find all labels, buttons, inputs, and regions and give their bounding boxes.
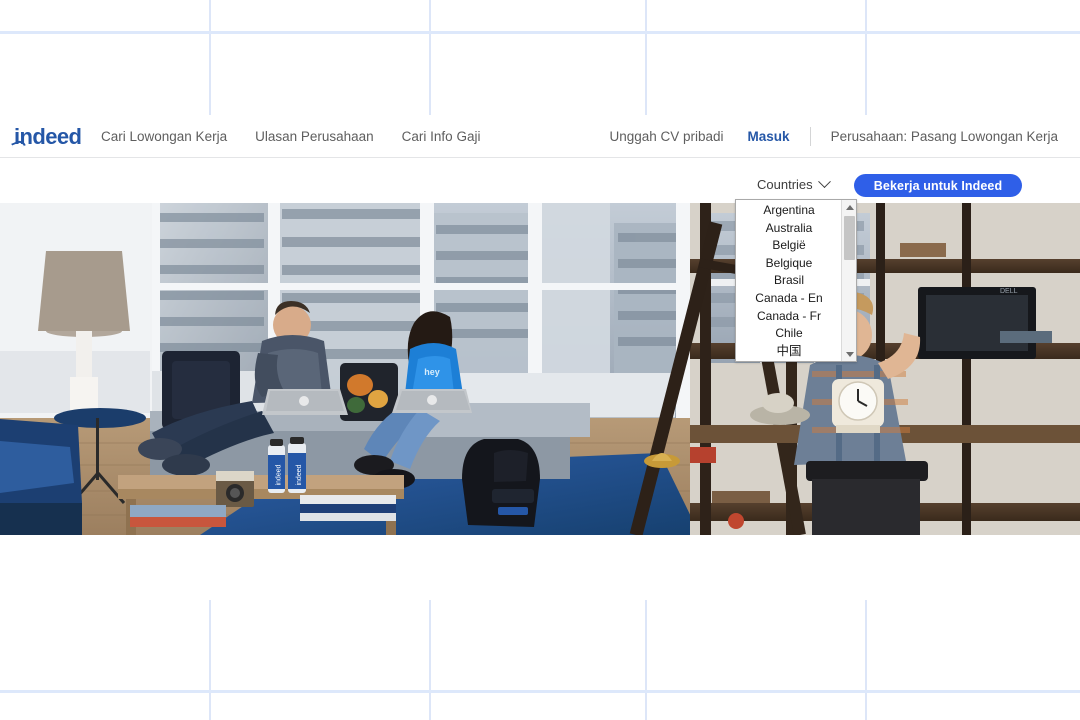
svg-text:DELL: DELL [1000,288,1018,295]
grid-line-horizontal [0,31,1080,34]
scroll-up-button[interactable] [842,200,856,214]
svg-text:indeed: indeed [276,464,283,485]
countries-dropdown[interactable]: Argentina Australia België Belgique Bras… [735,199,857,362]
site-header: indeed Cari Lowongan Kerja Ulasan Perusa… [0,115,1080,158]
country-option[interactable]: Chile [736,325,842,343]
grid-line-vertical [645,0,647,115]
dropdown-scrollbar[interactable] [841,200,856,361]
primary-nav: Cari Lowongan Kerja Ulasan Perusahaan Ca… [99,115,482,158]
secondary-nav: Unggah CV pribadi Masuk Perusahaan: Pasa… [609,115,1058,158]
grid-line-vertical [209,600,211,720]
grid-line-horizontal [0,690,1080,693]
nav-upload-cv[interactable]: Unggah CV pribadi [609,129,723,144]
country-option[interactable]: Belgique [736,255,842,273]
scrollbar-thumb[interactable] [844,216,855,260]
hero-photo: hey indeed indeed DELL [0,203,1080,535]
countries-selector[interactable]: Countries [757,175,831,192]
hero-photo-illustration: hey indeed indeed DELL [0,203,1080,535]
indeed-logo[interactable]: indeed [11,126,82,151]
svg-text:hey: hey [424,367,440,377]
scroll-down-button[interactable] [842,347,856,361]
grid-line-vertical [429,600,431,720]
svg-text:indeed: indeed [296,464,303,485]
nav-salary-info[interactable]: Cari Info Gaji [400,125,483,148]
nav-company-reviews[interactable]: Ulasan Perusahaan [253,125,376,148]
countries-label: Countries [757,177,813,192]
work-at-indeed-button[interactable]: Bekerja untuk Indeed [854,174,1022,197]
country-option[interactable]: Australia [736,220,842,238]
grid-line-vertical [865,600,867,720]
grid-line-vertical [429,0,431,115]
nav-sign-in[interactable]: Masuk [748,129,790,144]
country-option[interactable]: België [736,237,842,255]
countries-list: Argentina Australia België Belgique Bras… [736,200,842,360]
grid-line-vertical [645,600,647,720]
country-option[interactable]: 中国 [736,343,842,361]
triangle-up-icon [845,204,854,210]
nav-find-jobs[interactable]: Cari Lowongan Kerja [99,125,229,148]
grid-line-vertical [865,0,867,115]
page-root: hey indeed indeed DELL indeed Cari Lowon… [0,0,1080,720]
grid-line-vertical [209,0,211,115]
country-option[interactable]: Argentina [736,202,842,220]
country-option[interactable]: Brasil [736,272,842,290]
nav-divider [809,127,811,146]
country-option[interactable]: Canada - Fr [736,308,842,326]
chevron-down-icon [817,175,831,189]
triangle-down-icon [845,351,854,357]
country-option[interactable]: Canada - En [736,290,842,308]
nav-employers[interactable]: Perusahaan: Pasang Lowongan Kerja [831,129,1058,144]
